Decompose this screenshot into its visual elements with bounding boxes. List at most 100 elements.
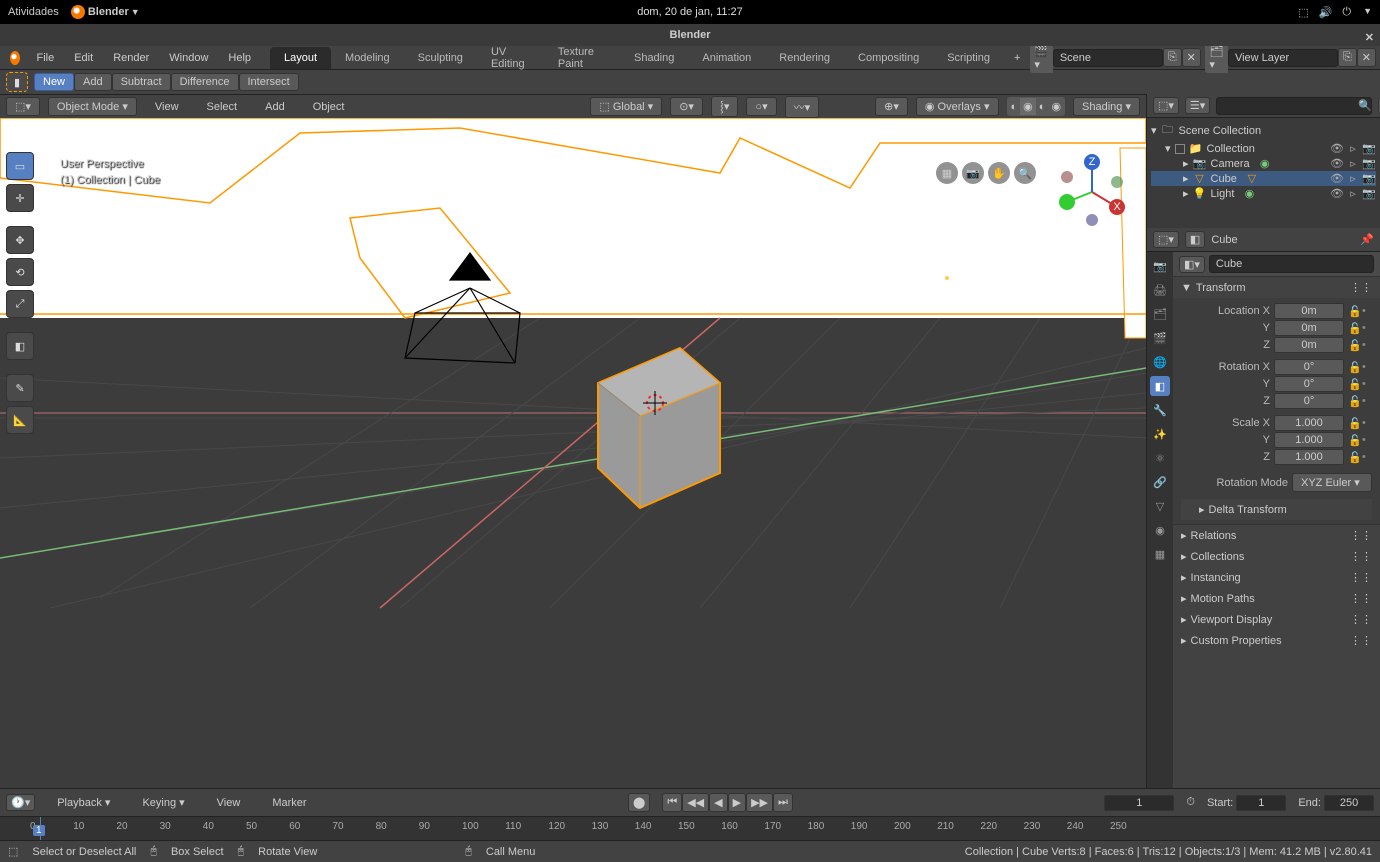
lock-icon[interactable]: 🔓 xyxy=(1348,305,1358,318)
viewlayer-field[interactable] xyxy=(1228,49,1338,67)
volume-icon[interactable]: 🔊 xyxy=(1319,6,1333,19)
view-menu-timeline[interactable]: View xyxy=(207,794,251,812)
pin-icon[interactable]: 📌 xyxy=(1360,233,1374,246)
zoom-button[interactable]: 🔍 xyxy=(1014,162,1036,184)
new-button[interactable]: New xyxy=(34,73,74,91)
cursor-tool[interactable]: ✛ xyxy=(6,184,34,212)
app-name[interactable]: Blender▼ xyxy=(71,5,140,19)
rotation-x-field[interactable]: 0° xyxy=(1274,359,1344,375)
annotate-tool[interactable]: ✎ xyxy=(6,374,34,402)
custom-properties-panel[interactable]: ▸ Custom Properties⋮⋮ xyxy=(1173,630,1380,651)
viewport-3d[interactable]: User Perspective (1) Collection | Cube ▭… xyxy=(0,118,1146,788)
location-x-field[interactable]: 0m xyxy=(1274,303,1344,319)
world-tab[interactable]: 🌐 xyxy=(1150,352,1170,372)
physics-tab[interactable]: ⚛ xyxy=(1150,448,1170,468)
rotation-y-field[interactable]: 0° xyxy=(1274,376,1344,392)
pivot-select[interactable]: ⊙▾ xyxy=(670,97,703,116)
gpencil-toggle[interactable]: 〰▾ xyxy=(785,96,820,118)
current-frame-field[interactable]: 1 xyxy=(1104,795,1174,811)
output-tab[interactable]: 🖨 xyxy=(1150,280,1170,300)
chevron-down-icon[interactable]: ▼ xyxy=(1363,6,1372,19)
subtract-button[interactable]: Subtract xyxy=(112,73,171,91)
scene-tab[interactable]: 🎬 xyxy=(1150,328,1170,348)
viewport-display-panel[interactable]: ▸ Viewport Display⋮⋮ xyxy=(1173,609,1380,630)
tab-sculpting[interactable]: Sculpting xyxy=(404,47,477,69)
orientation-select[interactable]: ⬚ Global ▾ xyxy=(590,97,662,116)
shading-modes[interactable]: ◐◉◐◉ xyxy=(1007,97,1066,116)
scene-delete-button[interactable]: ✕ xyxy=(1182,48,1201,67)
move-tool[interactable]: ✥ xyxy=(6,226,34,254)
jump-end-button[interactable]: ⏭ xyxy=(773,793,793,812)
eye-icon[interactable]: 👁 xyxy=(1330,142,1344,155)
blender-icon[interactable] xyxy=(10,51,20,65)
measure-tool[interactable]: 📐 xyxy=(6,406,34,434)
camera-view-button[interactable]: ▦ xyxy=(936,162,958,184)
timeline-ruler[interactable]: 0102030405060708090100110120130140150160… xyxy=(0,816,1380,840)
power-icon[interactable]: ⏻ xyxy=(1342,6,1351,19)
outliner[interactable]: ▾🗀Scene Collection ▾📁Collection 👁▹📷 ▸📷Ca… xyxy=(1147,118,1380,228)
intersect-button[interactable]: Intersect xyxy=(239,73,299,91)
select-tool[interactable]: ▭ xyxy=(6,152,34,180)
location-z-field[interactable]: 0m xyxy=(1274,337,1344,353)
rotate-tool[interactable]: ⟲ xyxy=(6,258,34,286)
collection-item[interactable]: Collection xyxy=(1207,143,1255,155)
marker-menu[interactable]: Marker xyxy=(262,794,316,812)
display-mode-button[interactable]: ☰▾ xyxy=(1185,97,1210,114)
rotation-mode-select[interactable]: XYZ Euler ▾ xyxy=(1292,473,1372,492)
particle-tab[interactable]: ✨ xyxy=(1150,424,1170,444)
object-tab[interactable]: ◧ xyxy=(1150,376,1170,396)
render-menu[interactable]: Render xyxy=(103,49,159,67)
scale-z-field[interactable]: 1.000 xyxy=(1274,449,1344,465)
selection-tool-icon[interactable]: ▮ xyxy=(6,72,28,92)
relations-panel[interactable]: ▸ Relations⋮⋮ xyxy=(1173,525,1380,546)
tab-rendering[interactable]: Rendering xyxy=(765,47,844,69)
outliner-search[interactable] xyxy=(1216,97,1372,115)
file-menu[interactable]: File xyxy=(26,49,64,67)
window-menu[interactable]: Window xyxy=(159,49,218,67)
transform-panel-header[interactable]: ▼Transform⋮⋮ xyxy=(1173,277,1380,298)
delta-transform-header[interactable]: ▸ Delta Transform xyxy=(1181,499,1372,520)
difference-button[interactable]: Difference xyxy=(171,73,239,91)
editor-type-button[interactable]: ⬚▾ xyxy=(6,97,40,116)
cursor-restrict-icon[interactable]: ▹ xyxy=(1346,142,1360,155)
play-rev-button[interactable]: ◀ xyxy=(709,793,727,812)
scene-icon[interactable]: 🎬▾ xyxy=(1030,43,1052,73)
cube-item[interactable]: Cube xyxy=(1211,173,1237,185)
add-bool-button[interactable]: Add xyxy=(74,73,112,91)
collections-panel[interactable]: ▸ Collections⋮⋮ xyxy=(1173,546,1380,567)
prev-key-button[interactable]: ◀◀ xyxy=(682,793,709,812)
camera-button[interactable]: 📷 xyxy=(962,162,984,184)
scene-collection-item[interactable]: Scene Collection xyxy=(1179,125,1262,137)
render-icon[interactable]: 📷 xyxy=(1362,142,1376,155)
select-menu[interactable]: Select xyxy=(197,98,248,116)
object-menu[interactable]: Object xyxy=(303,98,355,116)
modifier-tab[interactable]: 🔧 xyxy=(1150,400,1170,420)
scene-field[interactable] xyxy=(1053,49,1163,67)
viewlayer-icon[interactable]: 🗂▾ xyxy=(1205,43,1228,73)
timeline-type-button[interactable]: 🕐▾ xyxy=(6,794,35,811)
scale-y-field[interactable]: 1.000 xyxy=(1274,432,1344,448)
tab-compositing[interactable]: Compositing xyxy=(844,47,933,69)
panel-menu-icon[interactable]: ⋮⋮ xyxy=(1350,281,1372,294)
scale-x-field[interactable]: 1.000 xyxy=(1274,415,1344,431)
tab-layout[interactable]: Layout xyxy=(270,47,331,69)
snap-toggle[interactable]: ⸾▾ xyxy=(711,96,738,117)
object-name-field[interactable] xyxy=(1209,255,1374,273)
pan-button[interactable]: ✋ xyxy=(988,162,1010,184)
transform-tool[interactable]: ◧ xyxy=(6,332,34,360)
material-tab[interactable]: ◉ xyxy=(1150,520,1170,540)
cube-object[interactable] xyxy=(598,348,720,508)
jump-start-button[interactable]: ⏮ xyxy=(662,793,682,812)
proportional-toggle[interactable]: ○▾ xyxy=(746,97,776,116)
camera-item[interactable]: Camera xyxy=(1211,158,1250,170)
activities-button[interactable]: Atividades xyxy=(8,6,59,18)
tab-scripting[interactable]: Scripting xyxy=(933,47,1004,69)
gizmo-toggle[interactable]: ⊕▾ xyxy=(875,97,908,116)
viewlayer-tab[interactable]: 🗂 xyxy=(1150,304,1170,324)
start-frame-field[interactable]: 1 xyxy=(1236,795,1286,811)
play-button[interactable]: ▶ xyxy=(728,793,746,812)
add-menu[interactable]: Add xyxy=(255,98,295,116)
playhead[interactable]: 1 xyxy=(33,825,45,836)
scene-browse-button[interactable]: ⎘ xyxy=(1163,48,1182,67)
keying-menu[interactable]: Keying ▾ xyxy=(132,793,194,812)
